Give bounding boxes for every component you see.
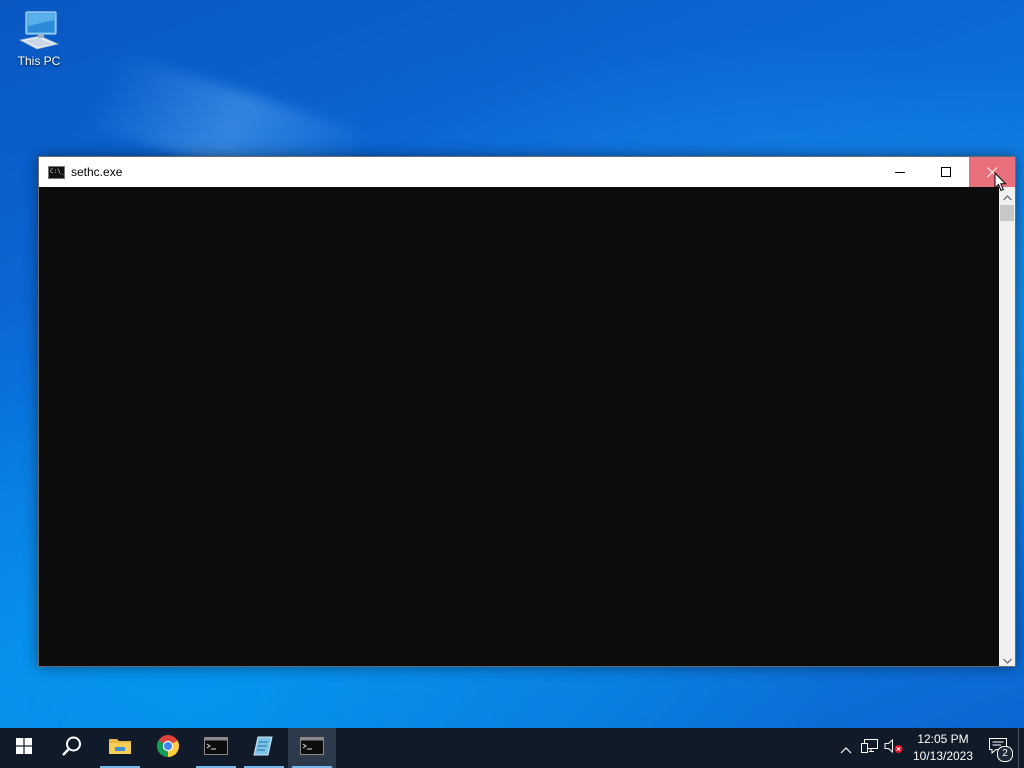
close-button[interactable]: [969, 157, 1015, 187]
chrome-icon: [156, 734, 180, 762]
desktop-icon-this-pc[interactable]: This PC: [12, 10, 66, 68]
volume-muted-icon: [884, 738, 904, 758]
system-tray: 12:05 PM 10/13/2023 2: [834, 728, 1024, 768]
minimize-button[interactable]: [877, 157, 923, 187]
desktop-icon-label: This PC: [17, 54, 61, 68]
scroll-thumb[interactable]: [1000, 205, 1014, 221]
console-icon: [300, 736, 324, 760]
notification-count-badge: 2: [997, 746, 1013, 762]
chevron-down-icon: [1002, 649, 1012, 668]
window-titlebar[interactable]: sethc.exe: [39, 157, 1015, 187]
volume-button[interactable]: [882, 728, 906, 768]
scroll-down-button[interactable]: [999, 650, 1015, 666]
show-desktop-button[interactable]: [1018, 728, 1024, 768]
maximize-button[interactable]: [923, 157, 969, 187]
console-icon: [204, 736, 228, 760]
chevron-up-icon: [840, 739, 852, 758]
clock-date: 10/13/2023: [912, 749, 974, 763]
taskbar-file-explorer[interactable]: [96, 728, 144, 768]
this-pc-icon: [17, 10, 61, 52]
search-icon: [61, 735, 83, 761]
taskbar-sethc-console[interactable]: [288, 728, 336, 768]
clock-time: 12:05 PM: [917, 732, 969, 746]
action-center-button[interactable]: 2: [978, 728, 1018, 768]
taskbar: 12:05 PM 10/13/2023 2: [0, 728, 1024, 768]
console-window[interactable]: sethc.exe: [38, 156, 1016, 667]
maximize-icon: [940, 163, 952, 182]
network-button[interactable]: [858, 728, 882, 768]
show-hidden-icons-button[interactable]: [834, 728, 858, 768]
window-title: sethc.exe: [71, 165, 123, 179]
taskbar-chrome[interactable]: [144, 728, 192, 768]
windows-logo-icon: [16, 738, 32, 758]
folder-icon: [108, 736, 132, 760]
taskbar-command-prompt[interactable]: [192, 728, 240, 768]
console-output-area[interactable]: [39, 187, 999, 666]
vertical-scrollbar[interactable]: [999, 187, 1015, 666]
notepad-icon: [252, 735, 276, 761]
mouse-pointer-icon: [994, 171, 1007, 196]
taskbar-clock[interactable]: 12:05 PM 10/13/2023: [908, 731, 978, 765]
taskbar-notepad-app[interactable]: [240, 728, 288, 768]
search-button[interactable]: [48, 728, 96, 768]
network-icon: [861, 738, 879, 758]
start-button[interactable]: [0, 728, 48, 768]
desktop: This PC sethc.exe: [0, 0, 1024, 768]
console-icon: [48, 165, 65, 179]
minimize-icon: [894, 163, 906, 182]
